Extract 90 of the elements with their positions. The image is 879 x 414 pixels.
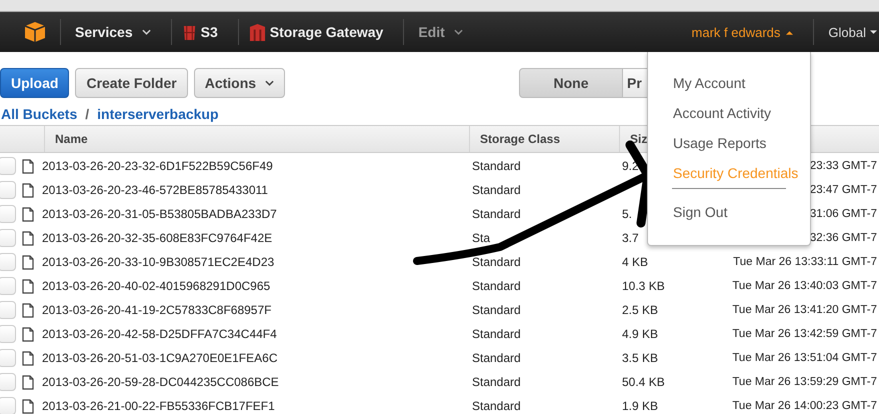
modified-date-text: Tue Mar 26 13:51:04 GMT-7: [732, 352, 877, 364]
breadcrumb-separator: /: [85, 106, 90, 124]
modified-date-text: Tue Mar 26 14:00:23 GMT-7: [732, 400, 877, 412]
file-icon: [22, 206, 34, 222]
file-name[interactable]: 2013-03-26-20-33-10-9B308571EC2E4D23: [42, 255, 274, 269]
file-icon: [22, 254, 34, 270]
row-checkbox[interactable]: [0, 157, 16, 175]
create-folder-button[interactable]: Create Folder: [75, 68, 188, 98]
services-menu[interactable]: Services: [71, 24, 157, 40]
file-icon: [22, 278, 34, 294]
modified-date-text: Tue Mar 26 13:59:29 GMT-7: [732, 376, 877, 388]
view-option-tab[interactable]: None: [519, 68, 623, 98]
size-text: 2.5 KB: [622, 303, 658, 317]
modified-date-text: 32:36 GMT-7: [810, 232, 877, 244]
size-text: 10.3 KB: [622, 279, 665, 293]
caret-up-icon: [786, 30, 794, 34]
sign-out-item[interactable]: Sign Out: [648, 201, 810, 231]
column-header[interactable]: Storage Class: [469, 126, 619, 152]
caret-down-icon: [870, 30, 877, 34]
upload-button[interactable]: Upload: [0, 68, 70, 98]
storage-class-text: Sta: [472, 231, 490, 245]
file-name[interactable]: 2013-03-26-20-42-58-D25DFFA7C34C44F4: [42, 327, 277, 341]
file-name[interactable]: 2013-03-26-20-23-32-6D1F522B59C56F49: [42, 159, 273, 173]
row-checkbox[interactable]: [0, 181, 16, 199]
storage-class-text: Standard: [472, 399, 521, 413]
file-name[interactable]: 2013-03-26-20-40-02-4015968291D0C965: [42, 279, 270, 293]
file-name[interactable]: 2013-03-26-20-31-05-B53805BADBA233D7: [42, 207, 277, 221]
file-icon: [22, 350, 34, 366]
storage-class-text: Standard: [472, 351, 521, 365]
size-text: 50.4 KB: [622, 375, 665, 389]
column-header[interactable]: Name: [44, 126, 469, 152]
modified-date-text: Tue Mar 26 13:33:11 GMT-7: [733, 256, 877, 268]
menu-item[interactable]: Usage Reports: [648, 132, 810, 162]
row-checkbox[interactable]: [0, 349, 16, 367]
file-icon: [22, 374, 34, 390]
storage-gateway-link[interactable]: Storage Gateway: [266, 24, 390, 40]
file-name[interactable]: 2013-03-26-21-00-22-FB55336FCB17FEF1: [42, 399, 275, 413]
row-checkbox[interactable]: [0, 325, 16, 343]
size-text: 3.5 KB: [622, 351, 658, 365]
modified-date-text: 23:47 GMT-7: [810, 184, 877, 196]
file-name[interactable]: 2013-03-26-20-59-28-DC044235CC086BCE: [42, 375, 279, 389]
size-text: 3.7: [622, 231, 639, 245]
edit-menu[interactable]: Edit: [414, 24, 469, 40]
file-name[interactable]: 2013-03-26-20-23-46-572BE85785433011: [42, 183, 268, 197]
actions-button[interactable]: Actions: [194, 68, 286, 98]
menu-item[interactable]: My Account: [648, 72, 810, 102]
modified-date-text: 31:06 GMT-7: [810, 208, 877, 220]
storage-class-text: Standard: [472, 303, 521, 317]
row-checkbox[interactable]: [0, 397, 16, 414]
file-icon: [22, 158, 34, 174]
chevron-down-icon: [142, 29, 151, 35]
row-checkbox[interactable]: [0, 373, 16, 391]
file-name[interactable]: 2013-03-26-20-51-03-1C9A270E0E1FEA6C: [42, 351, 278, 365]
user-menu[interactable]: mark f edwards: [688, 24, 800, 40]
row-checkbox[interactable]: [0, 301, 16, 319]
storage-class-text: Standard: [472, 207, 521, 221]
file-icon: [22, 398, 34, 414]
file-icon: [22, 230, 34, 246]
modified-date-text: Tue Mar 26 13:40:03 GMT-7: [732, 280, 877, 292]
storage-class-text: Standard: [472, 183, 521, 197]
file-icon: [22, 302, 34, 318]
gateway-icon[interactable]: [248, 22, 266, 42]
row-checkbox[interactable]: [0, 277, 16, 295]
bucket-link[interactable]: interserverbackup: [97, 106, 219, 124]
row-checkbox[interactable]: [0, 229, 16, 247]
row-checkbox[interactable]: [0, 205, 16, 223]
size-text: 4 KB: [622, 255, 648, 269]
size-text: 5.: [622, 207, 632, 221]
modified-date-text: 23:33 GMT-7: [810, 160, 877, 172]
file-icon: [22, 326, 34, 342]
storage-class-text: Standard: [472, 279, 521, 293]
storage-class-text: Standard: [472, 327, 521, 341]
size-text: 1.9 KB: [622, 399, 658, 413]
modified-date-text: Tue Mar 26 13:41:20 GMT-7: [732, 304, 877, 316]
modified-date-text: Tue Mar 26 13:42:59 GMT-7: [732, 328, 877, 340]
menu-item[interactable]: Account Activity: [648, 102, 810, 132]
chevron-down-icon: [454, 29, 463, 35]
region-menu[interactable]: Global: [824, 24, 879, 40]
storage-class-text: Standard: [472, 375, 521, 389]
storage-class-text: Standard: [472, 159, 521, 173]
size-text: 4.9 KB: [622, 327, 658, 341]
s3-link[interactable]: S3: [196, 24, 224, 40]
all-buckets-link[interactable]: All Buckets: [1, 106, 78, 124]
file-icon: [22, 182, 34, 198]
cube-icon[interactable]: [24, 21, 46, 43]
storage-class-text: Standard: [472, 255, 521, 269]
file-name[interactable]: 2013-03-26-20-32-35-608E83FC9764F42E: [42, 231, 272, 245]
file-name[interactable]: 2013-03-26-20-41-19-2C57833C8F68957F: [42, 303, 272, 317]
chevron-down-icon: [265, 80, 274, 86]
row-checkbox[interactable]: [0, 253, 16, 271]
